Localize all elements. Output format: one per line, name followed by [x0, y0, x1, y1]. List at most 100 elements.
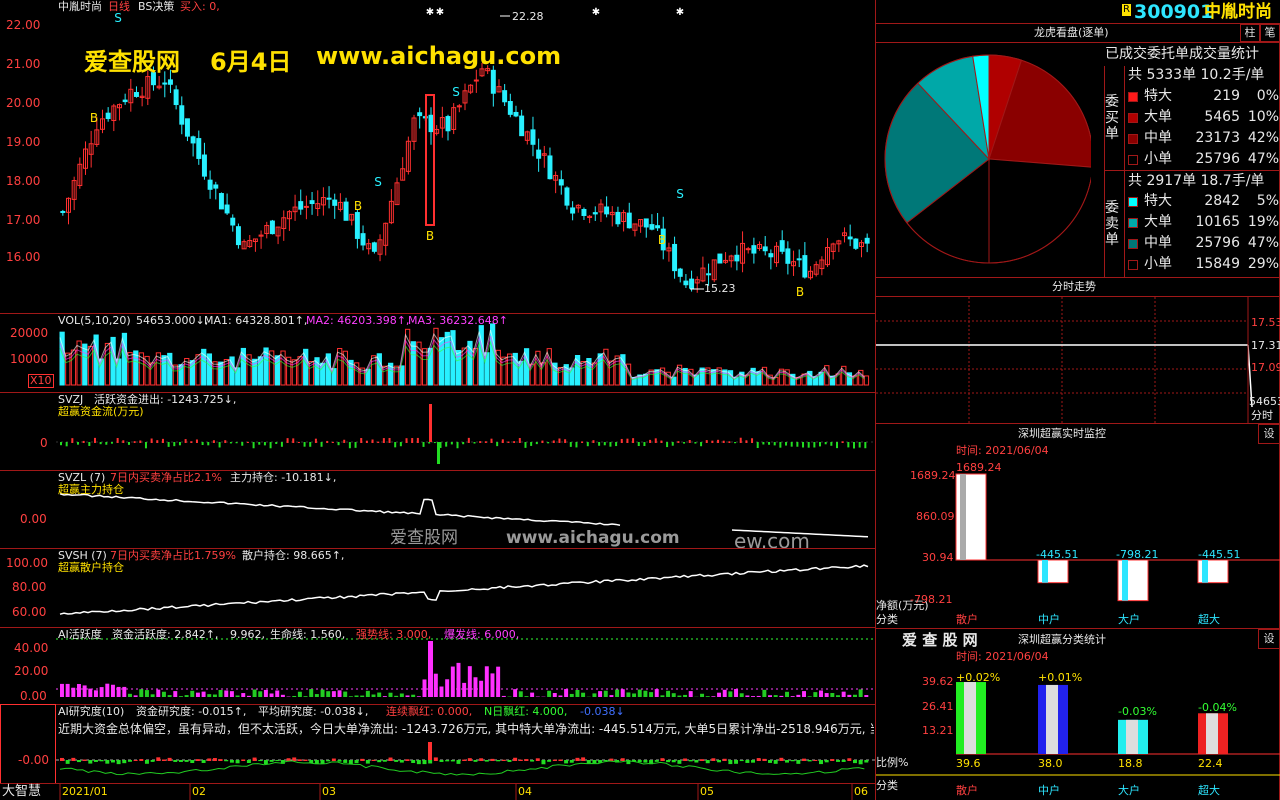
- activity-bar: [269, 693, 274, 697]
- research-bar: [603, 760, 608, 762]
- volume-bar: [82, 343, 88, 386]
- stock-name-right: 中胤时尚: [1204, 2, 1272, 22]
- flow-bar: [717, 439, 720, 443]
- flow-bar: [99, 442, 102, 445]
- flow-bar: [178, 442, 181, 446]
- flow-bar: [235, 442, 238, 444]
- flow-bar: [195, 439, 198, 443]
- research-bar: [246, 760, 251, 763]
- flow-bar: [292, 438, 295, 443]
- legend-swatch: [1128, 239, 1138, 249]
- flow-bar: [484, 441, 487, 443]
- realtime-bar-shade: [1122, 560, 1128, 601]
- flow-bar: [167, 442, 170, 447]
- classify-bar-shade: [964, 682, 976, 754]
- activity-bar: [802, 691, 806, 697]
- realtime-settings-button[interactable]: 设: [1258, 424, 1280, 444]
- research-bar: [473, 760, 478, 762]
- flow-bar: [824, 442, 827, 445]
- flow-bar: [802, 442, 805, 448]
- research-bar: [354, 760, 359, 764]
- volume-bar: [127, 352, 133, 386]
- tick-view-button[interactable]: 笔: [1260, 24, 1280, 42]
- candle-body: [745, 248, 751, 251]
- activity-bar: [819, 690, 823, 697]
- y-tick: 16.00: [6, 250, 41, 264]
- activity-bar: [394, 695, 399, 697]
- flow-bar: [388, 437, 391, 443]
- research-bar: [224, 760, 229, 762]
- signal-marker: S: [374, 175, 382, 189]
- classify-settings-button[interactable]: 设: [1258, 629, 1280, 649]
- ai-active-life: 生命线: 1.560,: [270, 628, 346, 641]
- activity-bar: [303, 696, 308, 697]
- flow-bar: [105, 442, 108, 445]
- research-bar: [711, 758, 716, 761]
- research-bar: [297, 759, 302, 761]
- flow-bar: [711, 440, 714, 443]
- activity-bar: [637, 689, 642, 697]
- flow-bar: [836, 442, 839, 449]
- activity-bar: [445, 679, 450, 697]
- activity-bar: [354, 695, 359, 697]
- ai-tick: 20.00: [14, 664, 49, 678]
- activity-bar: [99, 687, 104, 697]
- candle-body: [615, 211, 621, 225]
- bar-view-button[interactable]: 柱: [1240, 24, 1260, 42]
- activity-bar: [728, 691, 733, 697]
- order-row-name: 中单: [1144, 235, 1172, 251]
- activity-bar: [167, 695, 172, 697]
- candle-body: [683, 280, 689, 286]
- flow-bar: [524, 442, 527, 448]
- order-row-count: 5465: [1204, 109, 1240, 125]
- flow-bar: [456, 442, 459, 449]
- research-bar: [433, 757, 438, 761]
- activity-bar: [569, 693, 574, 697]
- svsh-tick: 100.00: [6, 556, 48, 570]
- signal-marker: B: [658, 233, 666, 247]
- flow-bar: [184, 439, 187, 443]
- activity-bar: [785, 691, 789, 697]
- candle-body: [519, 115, 525, 137]
- candle-body: [672, 243, 678, 272]
- activity-bar: [598, 691, 603, 697]
- candle-body: [507, 101, 513, 115]
- realtime-category: 大户: [1118, 613, 1140, 626]
- research-bar: [88, 760, 93, 764]
- classify-tick: 39.62: [922, 675, 954, 688]
- flow-bar: [496, 442, 499, 447]
- research-bar: [382, 760, 387, 762]
- realtime-tick: 860.09: [916, 510, 955, 523]
- flow-bar: [615, 442, 618, 447]
- research-bar: [156, 757, 161, 761]
- period-label[interactable]: 日线: [108, 1, 130, 13]
- classify-change: +0.02%: [956, 671, 1001, 684]
- flow-bar: [734, 442, 737, 444]
- activity-bar: [263, 689, 268, 697]
- flow-bar: [263, 442, 266, 446]
- intraday-chart[interactable]: [876, 297, 1280, 424]
- candle-body: [592, 212, 598, 215]
- activity-bar: [773, 695, 778, 697]
- research-bar: [819, 760, 823, 765]
- flow-bar: [212, 440, 215, 443]
- activity-bar: [229, 691, 234, 697]
- sell-total: 共 2917单 18.7手/单: [1128, 173, 1265, 189]
- candle-body: [581, 208, 587, 216]
- svzl-seven: 7日内买卖净占比2.1%: [110, 471, 222, 484]
- watermark-date: 6月4日: [210, 48, 292, 76]
- activity-bar: [473, 677, 478, 697]
- candle-body: [604, 206, 610, 215]
- flow-bar: [411, 438, 414, 443]
- research-bar: [422, 760, 427, 765]
- activity-bar: [116, 686, 121, 697]
- buy-total: 共 5333单 10.2手/单: [1128, 67, 1265, 83]
- flow-bar: [632, 438, 635, 443]
- classify-unit: 比例%: [876, 756, 909, 769]
- activity-bar: [433, 673, 438, 697]
- activity-bar: [309, 689, 314, 697]
- research-bar: [139, 759, 144, 761]
- activity-bar: [547, 690, 552, 697]
- order-pie-chart[interactable]: [876, 43, 1091, 278]
- activity-bar: [462, 682, 467, 697]
